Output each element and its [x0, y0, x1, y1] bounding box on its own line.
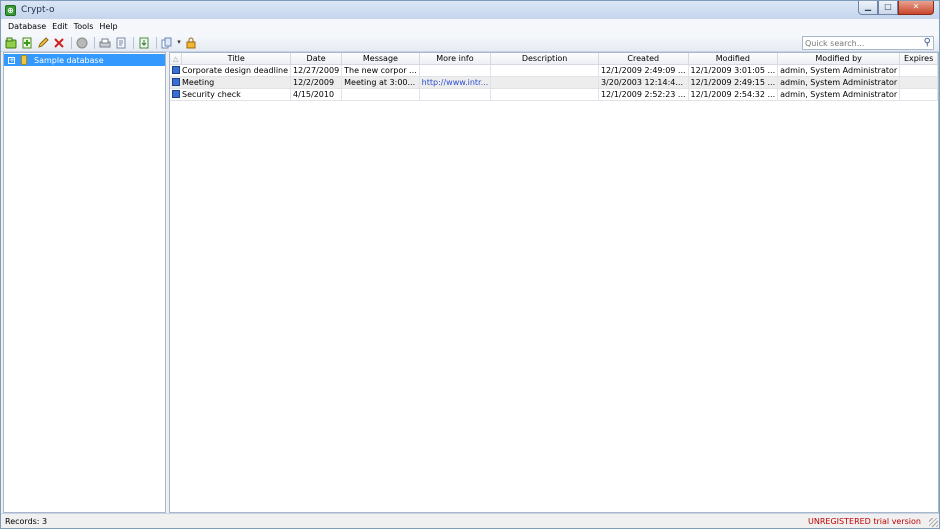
date-cell[interactable]: 4/15/2010	[290, 88, 343, 101]
sort-arrow-icon: △	[173, 54, 179, 63]
table-row[interactable]: Security check 4/15/2010 12/1/2009 2:52:…	[170, 88, 938, 101]
record-icon	[172, 66, 180, 74]
title-text: Security check	[182, 89, 241, 99]
delete-record-icon[interactable]	[52, 36, 66, 50]
column-header-expires[interactable]: Expires	[899, 53, 938, 65]
expires-cell[interactable]	[899, 64, 938, 77]
header-row: △ Title Date Message More info Descripti…	[170, 53, 938, 65]
status-bar: Records: 3 UNREGISTERED trial version	[1, 513, 939, 528]
toolbar-separator	[94, 36, 95, 49]
created-cell[interactable]: 12/1/2009 2:49:09 ...	[598, 64, 689, 77]
tree-item-sample-database[interactable]: + Sample database	[4, 54, 165, 66]
title-bar[interactable]: ⊕ Crypt-o ▁ □ ✕	[1, 1, 939, 19]
quick-search: ⚲	[802, 36, 934, 50]
expand-icon[interactable]: +	[8, 56, 15, 64]
database-tree: + Sample database	[3, 52, 166, 513]
description-cell[interactable]	[490, 64, 599, 77]
title-text: Corporate design deadline	[182, 65, 289, 75]
import-icon[interactable]	[137, 36, 151, 50]
more-info-link[interactable]: http://www.intr...	[419, 76, 492, 89]
print-icon[interactable]	[98, 36, 112, 50]
menu-help[interactable]: Help	[96, 22, 120, 31]
record-icon	[172, 90, 180, 98]
title-cell[interactable]: Security check	[170, 88, 292, 101]
column-header-more-info[interactable]: More info	[419, 53, 492, 65]
column-header-description[interactable]: Description	[490, 53, 599, 65]
toolbar-separator	[133, 36, 134, 49]
table-row[interactable]: Corporate design deadline 12/27/2009 The…	[170, 64, 938, 77]
disabled-icon[interactable]	[75, 36, 89, 50]
more-info-cell[interactable]	[419, 88, 492, 101]
description-cell[interactable]	[490, 88, 599, 101]
modified-cell[interactable]: 12/1/2009 3:01:05 ...	[688, 64, 779, 77]
menu-tools[interactable]: Tools	[71, 22, 97, 31]
copy-icon[interactable]	[160, 36, 174, 50]
add-record-icon[interactable]	[20, 36, 34, 50]
records-grid: △ Title Date Message More info Descripti…	[169, 52, 939, 513]
date-cell[interactable]: 12/2/2009	[290, 76, 343, 89]
lock-icon[interactable]	[184, 36, 198, 50]
modified-by-cell[interactable]: admin, System Administrator	[777, 64, 901, 77]
message-cell[interactable]: The new corpor ...	[341, 64, 420, 77]
message-cell[interactable]	[341, 88, 420, 101]
expires-cell[interactable]	[899, 76, 938, 89]
title-cell[interactable]: Meeting	[170, 76, 292, 89]
export-icon[interactable]	[114, 36, 128, 50]
database-icon	[21, 55, 27, 65]
chevron-down-icon[interactable]: ▾	[176, 36, 182, 50]
edit-record-icon[interactable]	[36, 36, 50, 50]
message-cell[interactable]: Meeting at 3:00...	[341, 76, 420, 89]
modified-by-cell[interactable]: admin, System Administrator	[777, 76, 901, 89]
tree-item-label: Sample database	[34, 55, 104, 65]
expires-cell[interactable]	[899, 88, 938, 101]
table-row[interactable]: Meeting 12/2/2009 Meeting at 3:00... htt…	[170, 76, 938, 89]
column-header-title[interactable]: Title	[181, 53, 292, 65]
menu-edit[interactable]: Edit	[49, 22, 71, 31]
column-header-icon[interactable]: △	[170, 53, 183, 65]
registration-status[interactable]: UNREGISTERED trial version	[808, 517, 921, 526]
records-count: Records: 3	[5, 516, 48, 526]
modified-by-cell[interactable]: admin, System Administrator	[777, 88, 901, 101]
maximize-button[interactable]: □	[878, 1, 898, 15]
title-text: Meeting	[182, 77, 215, 87]
title-cell[interactable]: Corporate design deadline	[170, 64, 292, 77]
window-title: Crypt-o	[21, 5, 55, 15]
resize-grip[interactable]	[929, 518, 938, 527]
modified-cell[interactable]: 12/1/2009 2:49:15 ...	[688, 76, 779, 89]
toolbar-separator	[71, 36, 72, 49]
toolbar: ▾ ⚲	[1, 34, 939, 52]
window-controls: ▁ □ ✕	[858, 1, 934, 15]
menu-bar: Database Edit Tools Help	[1, 19, 939, 34]
more-info-cell[interactable]	[419, 64, 492, 77]
search-icon[interactable]: ⚲	[924, 37, 931, 48]
column-header-modified[interactable]: Modified	[688, 53, 779, 65]
app-lock-icon: ⊕	[5, 4, 16, 16]
modified-cell[interactable]: 12/1/2009 2:54:32 ...	[688, 88, 779, 101]
close-button[interactable]: ✕	[898, 1, 934, 15]
column-header-message[interactable]: Message	[341, 53, 420, 65]
app-window: ⊕ Crypt-o ▁ □ ✕ Database Edit Tools Help…	[0, 0, 940, 529]
minimize-button[interactable]: ▁	[858, 1, 878, 15]
column-header-created[interactable]: Created	[598, 53, 689, 65]
new-database-icon[interactable]	[4, 36, 18, 50]
column-header-date[interactable]: Date	[290, 53, 343, 65]
menu-database[interactable]: Database	[5, 22, 49, 31]
column-header-modified-by[interactable]: Modified by	[777, 53, 901, 65]
date-cell[interactable]: 12/27/2009	[290, 64, 343, 77]
description-cell[interactable]	[490, 76, 599, 89]
created-cell[interactable]: 3/20/2003 12:14:4...	[598, 76, 689, 89]
search-input[interactable]	[803, 37, 919, 49]
created-cell[interactable]: 12/1/2009 2:52:23 ...	[598, 88, 689, 101]
record-icon	[172, 78, 180, 86]
toolbar-separator	[156, 36, 157, 49]
records-table: △ Title Date Message More info Descripti…	[170, 53, 938, 101]
